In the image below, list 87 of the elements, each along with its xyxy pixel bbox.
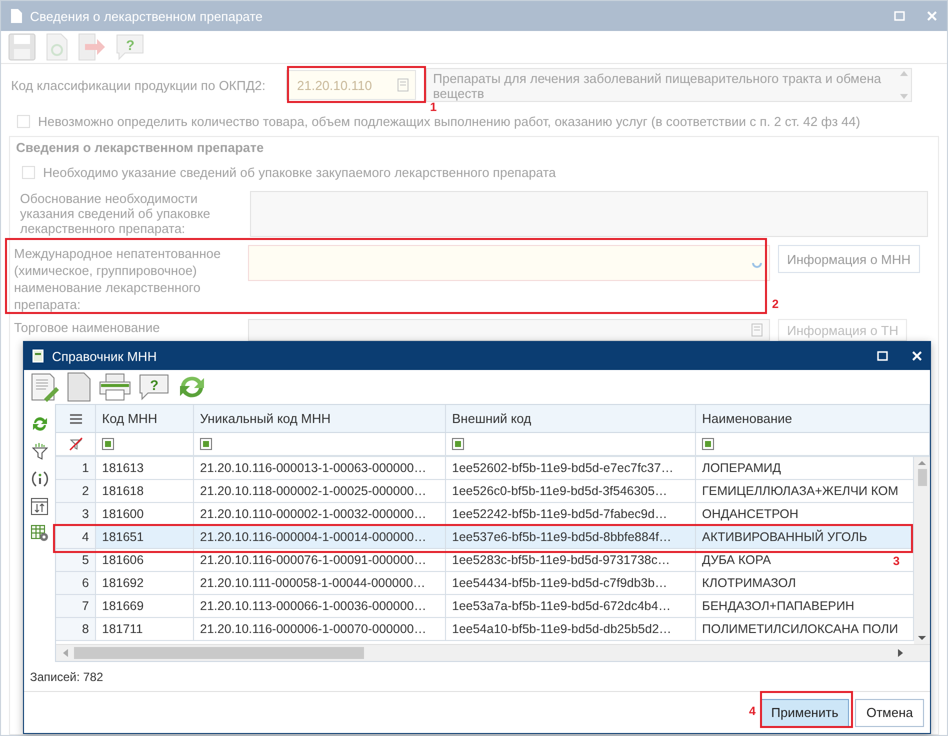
row-number: 4 — [56, 526, 96, 548]
clear-filter-icon[interactable] — [68, 437, 82, 451]
table-cell: 21.20.10.110-000002-1-00032-000000… — [194, 503, 446, 525]
trade-name-field[interactable] — [248, 319, 770, 341]
row-number: 1 — [56, 457, 96, 479]
scrollbar-thumb[interactable] — [74, 647, 364, 659]
filter-toggle-icon[interactable] — [702, 438, 714, 450]
document-icon[interactable] — [66, 372, 92, 402]
filter-toggle-icon[interactable] — [102, 438, 114, 450]
refresh-icon[interactable] — [32, 416, 48, 432]
table-cell: 181711 — [96, 618, 194, 640]
filter-toggle-icon[interactable] — [452, 438, 464, 450]
table-row[interactable]: 4 181651 21.20.10.116-000004-1-00014-000000… 1ee537e6-bf5b-11e9-bd5d-8bbfe884f… АКТИВИРОВАННЫЙ УГОЛЬ — [56, 526, 914, 549]
table-row[interactable]: 8 181711 21.20.10.116-000006-1-00070-000000… 1ee54a10-bf5b-11e9-bd5d-db25b5d2… ПОЛИМЕТИЛСИЛОКСАНА ПОЛИ — [56, 618, 914, 641]
checkbox-label: Необходимо указание сведений об упаковке закупаемого лекарственного препарата — [43, 164, 556, 180]
annotation-number: 4 — [749, 704, 756, 718]
column-header[interactable]: Внешний код — [446, 405, 696, 432]
record-count: Записей: 782 — [30, 670, 104, 684]
table-cell: 1ee52602-bf5b-11e9-bd5d-e7ec7fc37… — [446, 457, 696, 479]
field-label: Международное непатентованное (химическое, группировочное) наименование лекарственного препарата: — [14, 245, 222, 313]
scroll-right-icon[interactable] — [898, 649, 904, 657]
annotation-number: 1 — [430, 100, 437, 114]
row-number: 8 — [56, 618, 96, 640]
column-header[interactable]: Уникальный код МНН — [194, 405, 446, 432]
row-number: 6 — [56, 572, 96, 594]
table-cell: 21.20.10.113-000066-1-00036-000000… — [194, 595, 446, 617]
table-cell: 21.20.10.116-000076-1-00091-000000… — [194, 549, 446, 571]
table-cell: 1ee526c0-bf5b-11e9-bd5d-3f546305… — [446, 480, 696, 502]
table-cell: 21.20.10.118-000002-1-00025-000000… — [194, 480, 446, 502]
sort-icon[interactable] — [31, 498, 48, 515]
window-title: Сведения о лекарственном препарате — [30, 8, 263, 24]
book-icon[interactable] — [751, 323, 763, 337]
printer-icon[interactable] — [98, 372, 132, 402]
table-cell: 21.20.10.116-000006-1-00070-000000… — [194, 618, 446, 640]
table-cell: 181618 — [96, 480, 194, 502]
table-cell: 181669 — [96, 595, 194, 617]
annotation-number: 3 — [893, 554, 900, 568]
table-cell: 21.20.10.116-000013-1-00063-000000… — [194, 457, 446, 479]
field-label: Код классификации продукции по ОКПД2: — [11, 78, 266, 92]
table-row[interactable]: 1 181613 21.20.10.116-000013-1-00063-000000… 1ee52602-bf5b-11e9-bd5d-e7ec7fc37… ЛОПЕРАМИД — [56, 457, 914, 480]
checkbox[interactable] — [22, 166, 35, 178]
table-row[interactable]: 7 181669 21.20.10.113-000066-1-00036-000000… 1ee53a7a-bf5b-11e9-bd5d-672dc4b4… БЕНДАЗОЛ+ПАПАВЕРИН — [56, 595, 914, 618]
section-title: Сведения о лекарственном препарате — [15, 139, 265, 155]
filter-toggle-icon[interactable] — [200, 438, 212, 450]
field-label: Обоснование необходимости указания сведений об упаковке лекарственного препарата: — [20, 191, 212, 237]
table-cell: 1ee52242-bf5b-11e9-bd5d-7fabec9d… — [446, 503, 696, 525]
maximize-icon[interactable] — [877, 351, 888, 361]
table-cell: 1ee54434-bf5b-11e9-bd5d-c7f9db3b… — [446, 572, 696, 594]
export-icon[interactable] — [77, 32, 107, 62]
cancel-button[interactable]: Отмена — [855, 698, 924, 726]
book-icon — [32, 349, 44, 363]
menu-icon[interactable] — [70, 414, 82, 424]
table-settings-icon[interactable] — [30, 525, 48, 542]
table-cell: 181692 — [96, 572, 194, 594]
row-number: 5 — [56, 549, 96, 571]
table-cell: 1ee5283c-bf5b-11e9-bd5d-9731738c… — [446, 549, 696, 571]
table-row[interactable]: 2 181618 21.20.10.118-000002-1-00025-000000… 1ee526c0-bf5b-11e9-bd5d-3f546305… ГЕМИЦЕЛЛЮЛАЗА+ЖЕЛЧИ КОМ — [56, 480, 914, 503]
table-cell: 1ee54a10-bf5b-11e9-bd5d-db25b5d2… — [446, 618, 696, 640]
column-header[interactable]: Наименование — [696, 405, 930, 432]
table-cell: 1ee53a7a-bf5b-11e9-bd5d-672dc4b4… — [446, 595, 696, 617]
row-number: 3 — [56, 503, 96, 525]
close-icon[interactable] — [912, 351, 922, 361]
apply-button[interactable]: Применить — [760, 698, 850, 726]
table-row[interactable]: 6 181692 21.20.10.111-000058-1-00044-000000… 1ee54434-bf5b-11e9-bd5d-c7f9db3b… КЛОТРИМАЗОЛ — [56, 572, 914, 595]
table-cell: 181600 — [96, 503, 194, 525]
row-number: 7 — [56, 595, 96, 617]
column-header[interactable]: Код МНН — [96, 405, 194, 432]
document-icon — [11, 9, 22, 23]
row-number: 2 — [56, 480, 96, 502]
scroll-left-icon[interactable] — [62, 649, 68, 657]
help-icon[interactable]: ? — [138, 373, 170, 401]
table-cell: 181613 — [96, 457, 194, 479]
table-cell: 181606 — [96, 549, 194, 571]
checkbox-label: Невозможно определить количество товара, объем подлежащих выполнению работ, оказанию услуг (в соответствии с п. 2 ст. 42 фз 44) — [38, 114, 860, 128]
filter-icon[interactable] — [32, 442, 48, 460]
annotation-number: 2 — [772, 297, 779, 311]
book-icon[interactable] — [397, 78, 409, 92]
mnn-field[interactable] — [248, 245, 770, 281]
field-label: Торговое наименование — [14, 319, 161, 336]
scrollbar-thumb[interactable] — [918, 469, 926, 486]
checkbox[interactable] — [17, 114, 30, 128]
info-icon[interactable] — [30, 470, 48, 488]
description-field: Препараты для лечения заболеваний пищеварительного тракта и обмена веществ — [426, 68, 912, 102]
dialog-title: Справочник МНН — [52, 348, 157, 364]
edit-document-icon[interactable] — [30, 372, 60, 402]
table-cell: 21.20.10.111-000058-1-00044-000000… — [194, 572, 446, 594]
justification-field[interactable] — [250, 191, 928, 237]
